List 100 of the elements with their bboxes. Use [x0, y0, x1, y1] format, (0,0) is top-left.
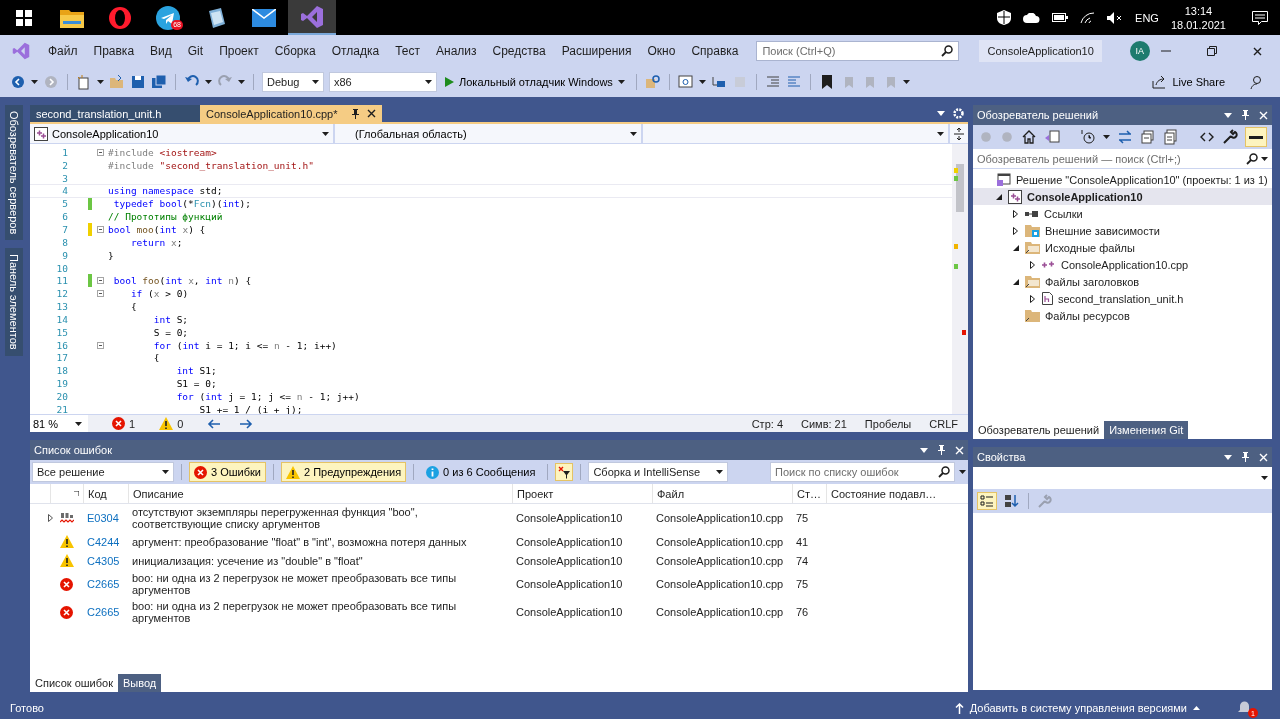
whitespace-mode[interactable]: Пробелы [864, 417, 912, 430]
collapsed-icon[interactable] [1013, 209, 1018, 218]
tree-item[interactable]: Файлы ресурсов [973, 307, 1272, 324]
column-header[interactable]: Проект [512, 484, 652, 503]
browser-icon[interactable] [677, 74, 694, 90]
collapse-all-icon[interactable] [1140, 129, 1156, 145]
wrench-icon[interactable] [1222, 129, 1238, 145]
zoom-dropdown[interactable]: 81 % [30, 415, 88, 432]
editor-tab[interactable]: ConsoleApplication10.cpp* [200, 105, 383, 122]
gear-icon[interactable] [953, 108, 964, 119]
visual-studio-icon[interactable] [300, 4, 324, 29]
filter-button[interactable]: 0 из 6 Сообщения [421, 462, 541, 482]
menu-item[interactable]: Тест [387, 44, 428, 58]
error-count[interactable]: 1 [129, 417, 136, 430]
sort-icon[interactable] [74, 491, 79, 496]
filter-button[interactable]: 2 Предупреждения [280, 462, 407, 482]
tree-item[interactable]: Внешние зависимости [973, 222, 1272, 239]
error-code-link[interactable]: C2665 [83, 578, 128, 590]
menu-item[interactable]: Средства [484, 44, 554, 58]
search-field[interactable]: Поиск (Ctrl+Q) [756, 41, 960, 61]
tree-item[interactable]: Решение "ConsoleApplication10" (проекты: 1 из 1) [973, 171, 1272, 188]
opera-icon[interactable] [109, 6, 131, 29]
filter-button[interactable]: 3 Ошибки [189, 462, 266, 482]
filter-icon[interactable] [555, 463, 574, 481]
menu-item[interactable]: Расширения [553, 44, 640, 58]
dropdown-icon[interactable] [1224, 454, 1232, 460]
save-all-icon[interactable] [151, 74, 167, 90]
sync-icon[interactable] [1117, 129, 1133, 145]
tree-item[interactable]: Исходные файлы [973, 239, 1272, 256]
error-code-link[interactable]: C4244 [83, 535, 128, 548]
side-tab[interactable]: Обозреватель серверов [5, 105, 23, 241]
menu-item[interactable]: Проект [211, 44, 267, 58]
shield-icon[interactable] [997, 10, 1012, 25]
expanded-icon[interactable] [995, 193, 1002, 200]
sort-alphabetical-icon[interactable] [1003, 493, 1019, 509]
menu-item[interactable]: Окно [639, 44, 684, 58]
menu-item[interactable]: Справка [683, 44, 747, 58]
preview-icon[interactable] [1245, 127, 1267, 147]
back-icon[interactable] [10, 74, 26, 90]
search-field[interactable]: Поиск по списку ошибок [770, 462, 955, 482]
error-code-link[interactable]: C2665 [83, 606, 128, 618]
platform-dropdown[interactable]: x86 [329, 72, 437, 92]
pin-icon[interactable] [351, 108, 361, 119]
dropdown-icon[interactable] [937, 111, 945, 116]
collapse-icon[interactable] [96, 148, 104, 156]
paper-plane-icon[interactable] [156, 5, 180, 30]
save-icon[interactable] [130, 74, 146, 90]
tree-item[interactable]: ConsoleApplication10.cpp [973, 256, 1272, 273]
arrow-left-icon[interactable] [207, 418, 221, 429]
dropdown-icon[interactable] [920, 447, 928, 453]
arrow-right-icon[interactable] [240, 418, 254, 429]
warning-count[interactable]: 0 [177, 417, 184, 430]
column-header[interactable]: Код [83, 484, 128, 503]
search-field[interactable]: Обозреватель решений — поиск (Ctrl+;) [973, 149, 1272, 169]
configuration-dropdown[interactable]: Debug [262, 72, 324, 92]
collapse-icon[interactable] [96, 226, 104, 233]
cloud-icon[interactable] [1023, 12, 1041, 23]
error-code-link[interactable]: C4305 [83, 554, 128, 567]
source-control-button[interactable]: Добавить в систему управления версиями [948, 701, 1206, 715]
tree-item[interactable]: ConsoleApplication10 [973, 188, 1272, 205]
battery-icon[interactable] [1052, 13, 1069, 22]
expanded-icon[interactable] [1012, 244, 1019, 251]
categorized-icon[interactable] [977, 492, 997, 510]
scrollbar[interactable] [952, 144, 968, 414]
editor-tab[interactable]: second_translation_unit.h [30, 105, 200, 122]
windows-icon[interactable] [16, 9, 32, 26]
scope-dropdown[interactable]: Все решение [32, 462, 174, 482]
pin-icon[interactable] [1241, 110, 1250, 120]
wifi-icon[interactable] [1080, 11, 1096, 24]
column-header[interactable]: Ст… [792, 484, 826, 503]
source-dropdown[interactable]: Сборка и IntelliSense [588, 462, 729, 482]
live-share-button[interactable]: Live Share [1146, 74, 1231, 90]
menu-item[interactable]: Файл [40, 44, 86, 58]
tree-item[interactable]: Ссылки [973, 205, 1272, 222]
line-ending[interactable]: CRLF [929, 417, 958, 430]
panel-tab[interactable]: Вывод [118, 674, 162, 692]
collapse-icon[interactable] [96, 277, 104, 285]
column-header[interactable]: Файл [652, 484, 792, 503]
column-header[interactable]: Описание [128, 484, 512, 503]
split-icon[interactable] [954, 127, 964, 140]
pin-icon[interactable] [1241, 452, 1250, 462]
new-item-icon[interactable] [76, 74, 92, 90]
notification-icon[interactable] [1252, 10, 1268, 25]
pin-icon[interactable] [937, 445, 946, 455]
collapsed-icon[interactable] [1030, 294, 1035, 303]
column-header[interactable]: Состояние подавл… [826, 484, 946, 503]
error-code-link[interactable]: E0304 [83, 512, 128, 524]
menu-item[interactable]: Отладка [323, 44, 388, 58]
expand-icon[interactable] [48, 514, 53, 522]
bell-icon[interactable] [1238, 700, 1251, 714]
maximize-icon[interactable] [1207, 46, 1217, 56]
user-avatar[interactable]: IA [1129, 41, 1150, 61]
dropdown-icon[interactable] [1224, 112, 1232, 118]
run-button[interactable]: Локальный отладчик Windows [442, 76, 628, 88]
open-folder-icon[interactable] [109, 74, 125, 90]
close-icon[interactable] [1253, 46, 1262, 56]
panel-tab[interactable]: Изменения Git [1104, 421, 1189, 439]
home-icon[interactable] [1021, 129, 1037, 145]
close-icon[interactable] [367, 109, 377, 118]
menu-item[interactable]: Сборка [266, 44, 324, 58]
